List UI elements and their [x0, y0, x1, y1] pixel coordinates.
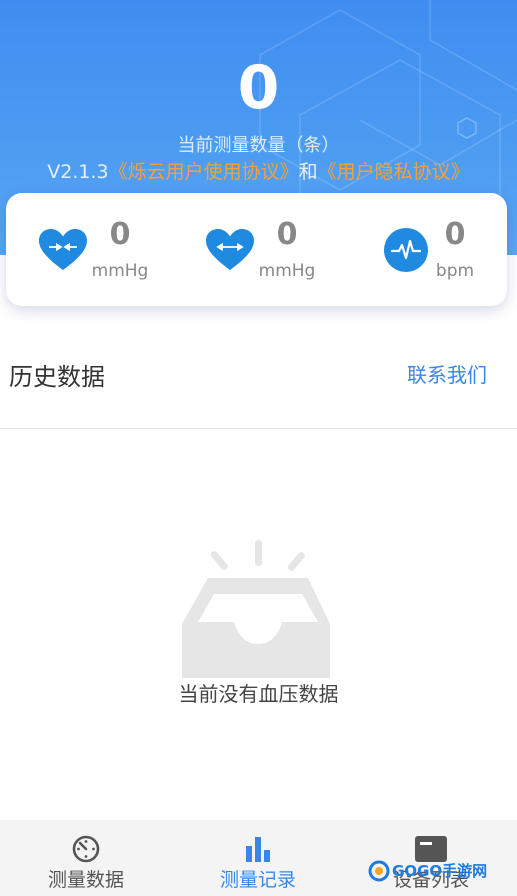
diastolic-value: 0 — [276, 217, 298, 252]
divider — [0, 428, 517, 429]
metrics-card: 0 mmHg 0 mmHg 0 bpm — [6, 193, 507, 306]
diastolic-unit: mmHg — [258, 261, 316, 281]
measurement-count-label: 当前测量数量（条） — [177, 135, 340, 156]
user-agreement-link[interactable]: 《烁云用户使用协议》 — [109, 161, 299, 183]
version-text: V2.1.3 — [47, 161, 109, 183]
tab-measure-records[interactable]: 测量记录 — [172, 820, 344, 896]
watermark-text: GOGO手游网 — [392, 862, 488, 880]
version-line: V2.1.3《烁云用户使用协议》和《用户隐私协议》 — [0, 158, 517, 186]
tab-measure-records-label: 测量记录 — [219, 869, 296, 891]
bar-chart-icon — [246, 837, 270, 862]
history-title: 历史数据 — [9, 363, 105, 391]
privacy-policy-link[interactable]: 《用户隐私协议》 — [318, 161, 470, 183]
tab-measure-data[interactable]: 测量数据 — [0, 820, 172, 896]
systolic-unit: mmHg — [91, 261, 149, 281]
empty-inbox-icon — [182, 540, 330, 678]
systolic-value: 0 — [109, 217, 131, 252]
contact-us-link[interactable]: 联系我们 — [407, 360, 487, 390]
site-watermark: GOGO手游网 — [368, 858, 487, 888]
tab-measure-data-label: 测量数据 — [47, 869, 124, 891]
and-text: 和 — [298, 161, 318, 183]
pulse-unit: bpm — [435, 261, 475, 281]
dial-icon — [72, 835, 100, 863]
pulse-value: 0 — [444, 217, 466, 252]
measurement-count: 0 — [237, 53, 280, 123]
empty-state-text: 当前没有血压数据 — [178, 682, 339, 706]
watermark-logo-icon — [368, 860, 390, 882]
